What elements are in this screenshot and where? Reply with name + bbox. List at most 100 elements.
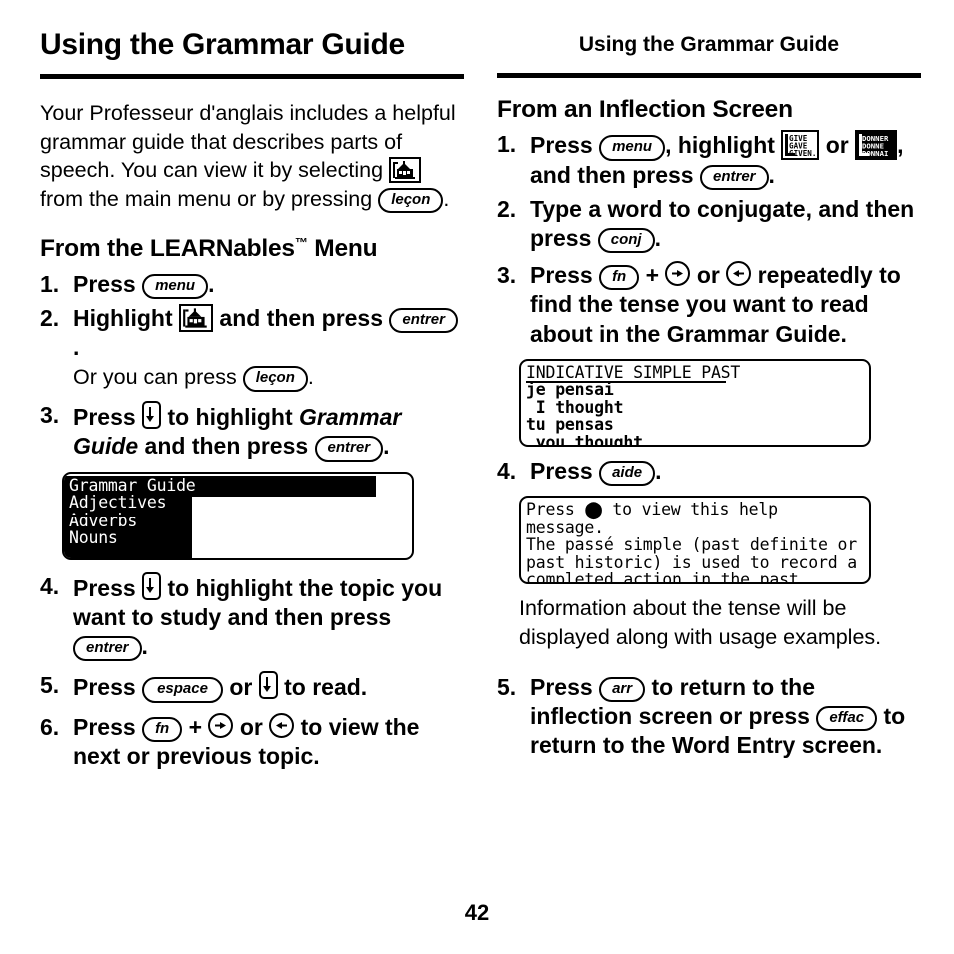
step-2-text-b: .	[654, 224, 661, 251]
step-2-subnote-b: .	[307, 365, 314, 390]
key-entrer[interactable]: entrer	[699, 164, 769, 190]
lcd-menu-item-2[interactable]: Nouns	[69, 529, 408, 547]
step-2-text-c: .	[73, 334, 80, 361]
down-arrow-key[interactable]	[142, 401, 162, 430]
key-aide[interactable]: aide	[599, 460, 656, 487]
right-arrow-key[interactable]	[665, 261, 691, 287]
donner-donne-donna-icon: DONNER DONNE DONNAI	[855, 130, 898, 161]
step-3-text-a: Press	[73, 404, 143, 431]
key-lecon[interactable]: leçon	[242, 366, 308, 392]
step-1-text-a: Press	[73, 270, 143, 297]
step-5-text-a: Press	[73, 674, 143, 701]
lcd-line-1: je pensai	[526, 380, 614, 400]
left-steps-list-continued: 4. Press to highlight the topic you want …	[40, 571, 464, 771]
key-entrer[interactable]: entrer	[73, 636, 142, 662]
step-3-text-a: Press	[530, 262, 600, 289]
lcd-help-line-0: Press ⬤ to view this help	[526, 501, 865, 519]
lcd-help-line-2: The passé simple (past definite or	[526, 535, 857, 555]
right-page-header: Using the Grammar Guide	[497, 0, 921, 79]
key-lecon[interactable]: leçon	[378, 187, 444, 214]
step-2-text-b: and then press	[213, 304, 390, 331]
left-page-header: Using the Grammar Guide	[40, 0, 464, 79]
lcd-content: INDICATIVE SIMPLE PAST je pensai I thoug…	[521, 361, 869, 445]
step-5: 5. Press arr to return to the inflection …	[497, 673, 921, 761]
manual-page: Using the Grammar Guide Your Professeur …	[0, 0, 954, 954]
down-arrow-key[interactable]	[142, 571, 162, 600]
step-4-text-b: .	[655, 457, 662, 484]
step-2-subnote-a: Or you can press	[73, 365, 243, 390]
header-rule	[497, 73, 921, 79]
learnables-schoolhouse-icon	[389, 157, 421, 184]
step-3-text-b: +	[639, 262, 666, 289]
right-arrow-key[interactable]	[208, 712, 234, 738]
lcd-line-3: tu pensas	[526, 415, 614, 435]
intro-paragraph: Your Professeur d'anglais includes a hel…	[40, 99, 464, 214]
learnables-schoolhouse-icon	[179, 303, 214, 332]
step-2-text-a: Highlight	[73, 304, 180, 331]
step-4: 4. Press to highlight the topic you want …	[40, 571, 464, 662]
step-1-text-a: Press	[530, 132, 600, 159]
down-arrow-key[interactable]	[258, 671, 278, 700]
right-steps-list-continued: 4. Press aide.	[497, 457, 921, 487]
step-3-text-c: and then press	[138, 433, 315, 460]
right-column: Using the Grammar Guide From an Inflecti…	[497, 0, 921, 761]
left-steps-list: 1. Press menu. 2. Highlight and then press…	[40, 270, 464, 462]
lcd-grammar-guide-menu: Grammar Guide Adjectives Adverbs Nouns	[62, 471, 414, 560]
lcd-title-underline	[526, 380, 726, 383]
key-conj[interactable]: conj	[597, 227, 655, 254]
step-5-text-a: Press	[530, 673, 600, 700]
svg-text:DONNAI: DONNAI	[862, 149, 888, 158]
key-fn[interactable]: fn	[599, 265, 640, 291]
left-header-title: Using the Grammar Guide	[40, 28, 405, 61]
intro-text-part2: from the main menu or by pressing	[40, 186, 379, 211]
lcd-help-screen: Press ⬤ to view this help message. The p…	[519, 496, 871, 585]
step-1-number: 1.	[40, 270, 60, 297]
lcd-help-line-0-text: Press ⬤ to view this help	[526, 500, 778, 520]
page-number: 42	[464, 900, 490, 925]
lcd-line-0: INDICATIVE SIMPLE PAST	[526, 362, 741, 382]
step-3-text-d: .	[383, 433, 390, 460]
lcd-content: Press ⬤ to view this help message. The p…	[521, 498, 869, 585]
key-menu[interactable]: menu	[599, 135, 666, 161]
step-1: 1. Press menu.	[40, 270, 464, 299]
step-3-text-b: to highlight	[161, 404, 300, 431]
step-2-text-a: Type a word to conjugate, and then press	[530, 195, 915, 251]
lcd-line-2: I thought	[526, 397, 624, 417]
step-2-number: 2.	[497, 195, 517, 222]
key-menu[interactable]: menu	[142, 273, 209, 299]
lcd-menu-title: Grammar Guide	[69, 475, 196, 495]
step-5-text-c: to read.	[277, 674, 368, 701]
step-4-text-a: Press	[530, 457, 600, 484]
step-4-number: 4.	[40, 572, 60, 599]
left-section-heading-text: From the LEARNables	[40, 235, 295, 263]
step-6-text-b: +	[182, 713, 209, 740]
step-4-number: 4.	[497, 457, 517, 484]
step-1: 1. Press menu, highlight GIVE GAVE GIVEN. o…	[497, 130, 921, 190]
left-arrow-key[interactable]	[269, 712, 295, 738]
lcd-help-line-4: completed action in the past.	[526, 570, 809, 585]
left-arrow-key[interactable]	[726, 261, 752, 287]
key-entrer[interactable]: entrer	[314, 436, 384, 462]
intro-text-part3: .	[443, 186, 450, 211]
key-effac[interactable]: effac	[816, 706, 878, 732]
step-5: 5. Press espace or to read.	[40, 671, 464, 703]
step-6-text-a: Press	[73, 713, 143, 740]
key-espace[interactable]: espace	[142, 677, 223, 703]
key-arr[interactable]: arr	[599, 676, 646, 703]
step-6: 6. Press fn + or to view the next or prev…	[40, 712, 464, 771]
give-gave-given-icon: GIVE GAVE GIVEN.	[781, 130, 820, 161]
header-rule	[40, 74, 464, 79]
lcd-content: Grammar Guide Adjectives Adverbs Nouns	[64, 474, 412, 550]
step-1-text-b: , highlight	[665, 132, 782, 159]
key-fn[interactable]: fn	[142, 716, 183, 742]
step-4-text-c: .	[141, 633, 148, 660]
step-3: 3. Press to highlight Grammar Guide and t…	[40, 401, 464, 462]
right-steps-list-final: 5. Press arr to return to the inflection …	[497, 673, 921, 761]
step-6-number: 6.	[40, 713, 60, 740]
step-1-text-c: or	[819, 132, 856, 159]
step-6-text-c: or	[233, 713, 270, 740]
key-entrer[interactable]: entrer	[389, 307, 458, 334]
lcd-menu-item-0[interactable]: Adjectives	[69, 494, 408, 512]
right-note-paragraph: Information about the tense will be disp…	[519, 596, 882, 649]
step-2-number: 2.	[40, 304, 60, 331]
